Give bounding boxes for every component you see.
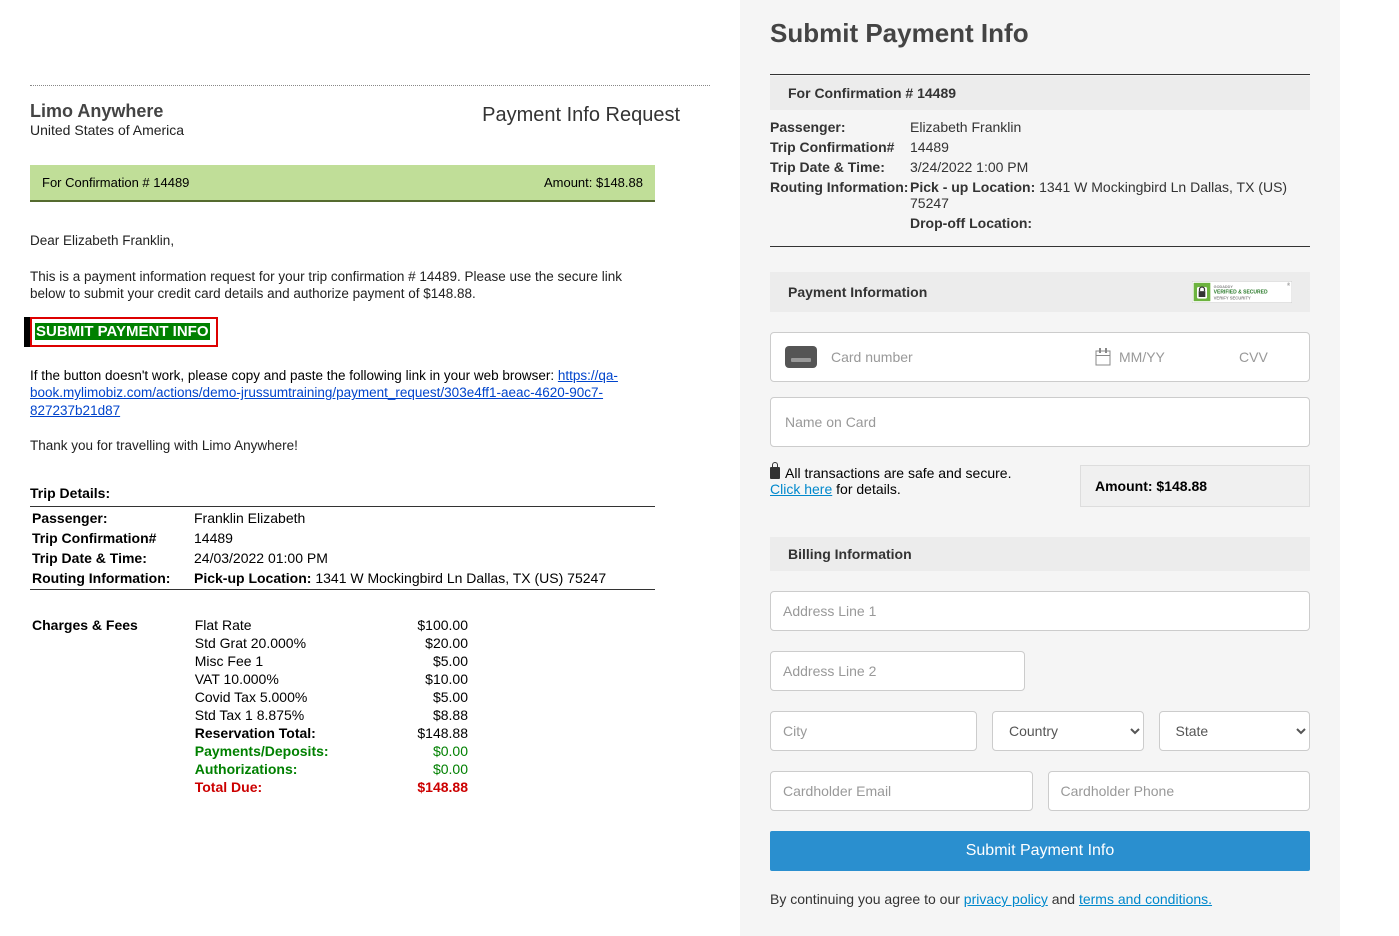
request-title: Payment Info Request bbox=[482, 104, 680, 127]
confirmation-text: For Confirmation # 14489 bbox=[42, 175, 189, 190]
submit-payment-button[interactable]: Submit Payment Info bbox=[770, 831, 1310, 871]
datetime-label: Trip Date & Time: bbox=[770, 159, 910, 175]
payment-info-header: Payment Information GODADDY VERIFIED & S… bbox=[770, 272, 1310, 312]
greeting-text: Dear Elizabeth Franklin, bbox=[30, 232, 655, 250]
divider bbox=[770, 74, 1310, 75]
godaddy-badge-icon[interactable]: GODADDY VERIFIED & SECURED VERIFY SECURI… bbox=[1192, 281, 1292, 303]
cvv-input[interactable] bbox=[1239, 349, 1309, 365]
address-line2-input[interactable] bbox=[770, 651, 1025, 691]
table-row: Trip Date & Time:24/03/2022 01:00 PM bbox=[32, 549, 653, 567]
thank-you-text: Thank you for travelling with Limo Anywh… bbox=[30, 437, 655, 455]
confirmation-banner: For Confirmation # 14489 Amount: $148.88 bbox=[30, 165, 655, 202]
passenger-value: Elizabeth Franklin bbox=[910, 119, 1310, 135]
payment-form-panel: Submit Payment Info For Confirmation # 1… bbox=[740, 0, 1340, 936]
fallback-link-para: If the button doesn't work, please copy … bbox=[30, 367, 655, 420]
table-row: Trip Confirmation#14489 bbox=[32, 529, 653, 547]
page-title: Submit Payment Info bbox=[770, 18, 1310, 49]
table-row: Passenger:Franklin Elizabeth bbox=[32, 509, 653, 527]
calendar-icon bbox=[1095, 348, 1111, 366]
privacy-policy-link[interactable]: privacy policy bbox=[964, 891, 1048, 907]
company-country: United States of America bbox=[30, 122, 184, 138]
charges-head: Charges & Fees bbox=[32, 617, 193, 795]
divider bbox=[30, 85, 710, 86]
trip-details-head: Trip Details: bbox=[30, 485, 710, 501]
address-line1-input[interactable] bbox=[770, 591, 1310, 631]
lock-icon bbox=[770, 467, 780, 479]
phone-input[interactable] bbox=[1048, 771, 1311, 811]
security-details-link[interactable]: Click here bbox=[770, 481, 832, 497]
svg-text:®: ® bbox=[1287, 282, 1290, 287]
amount-box: Amount: $148.88 bbox=[1080, 465, 1310, 507]
card-icon bbox=[785, 346, 817, 368]
email-input[interactable] bbox=[770, 771, 1033, 811]
city-input[interactable] bbox=[770, 711, 977, 751]
table-row: Routing Information:Pick-up Location: 13… bbox=[32, 569, 653, 587]
expiry-input[interactable] bbox=[1119, 349, 1199, 365]
datetime-value: 3/24/2022 1:00 PM bbox=[910, 159, 1310, 175]
terms-link[interactable]: terms and conditions. bbox=[1079, 891, 1212, 907]
charges-table: Charges & Fees Flat Rate$100.00 Std Grat… bbox=[30, 615, 470, 797]
email-preview-panel: Limo Anywhere United States of America P… bbox=[0, 0, 740, 936]
secure-text: All transactions are safe and secure. Cl… bbox=[770, 465, 1060, 507]
name-on-card-input[interactable] bbox=[770, 397, 1310, 447]
conf-label: Trip Confirmation# bbox=[770, 139, 910, 155]
terms-text: By continuing you agree to our privacy p… bbox=[770, 891, 1310, 907]
svg-text:GODADDY: GODADDY bbox=[1214, 285, 1234, 289]
trip-details-table: Passenger:Franklin Elizabeth Trip Confir… bbox=[30, 506, 655, 590]
dropoff-label: Drop-off Location: bbox=[910, 215, 1032, 231]
routing-label: Routing Information: bbox=[770, 179, 910, 211]
confirmation-bar: For Confirmation # 14489 bbox=[770, 76, 1310, 110]
country-select[interactable]: Country bbox=[992, 711, 1144, 751]
submit-payment-link[interactable]: SUBMIT PAYMENT INFO bbox=[35, 323, 210, 340]
card-number-input[interactable] bbox=[831, 349, 1095, 365]
card-input-row bbox=[770, 332, 1310, 382]
amount-text: Amount: $148.88 bbox=[544, 175, 643, 190]
billing-info-header: Billing Information bbox=[770, 537, 1310, 571]
passenger-label: Passenger: bbox=[770, 119, 910, 135]
pickup-label: Pick - up Location: bbox=[910, 179, 1035, 195]
submit-button-highlight: SUBMIT PAYMENT INFO bbox=[30, 317, 218, 347]
divider bbox=[770, 246, 1310, 247]
body-para: This is a payment information request fo… bbox=[30, 268, 655, 303]
state-select[interactable]: State bbox=[1159, 711, 1311, 751]
svg-text:VERIFY SECURITY: VERIFY SECURITY bbox=[1214, 296, 1251, 301]
conf-value: 14489 bbox=[910, 139, 1310, 155]
